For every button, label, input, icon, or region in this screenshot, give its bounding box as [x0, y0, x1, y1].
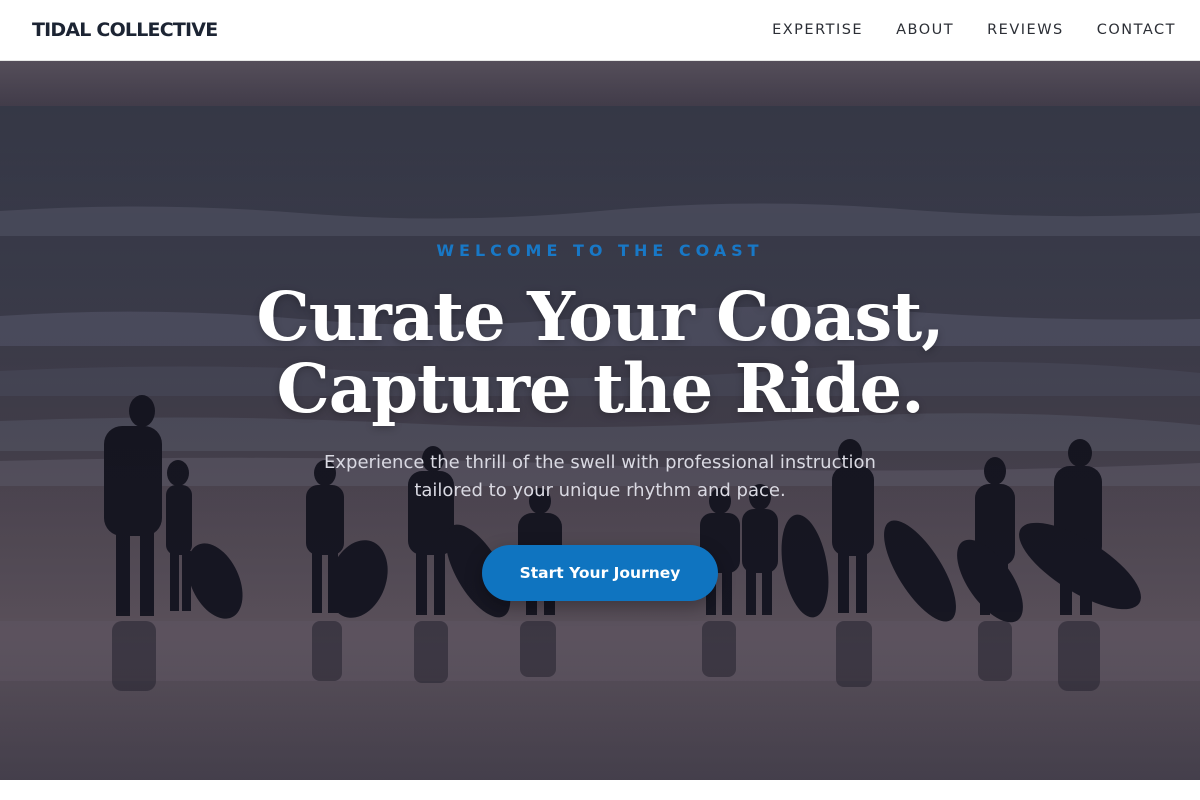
top-navbar: TIDAL COLLECTIVE EXPERTISE ABOUT REVIEWS… [0, 0, 1200, 61]
hero-headline-line1: Curate Your Coast, [256, 277, 944, 356]
hero-eyebrow: WELCOME TO THE COAST [436, 241, 764, 260]
nav-link-reviews[interactable]: REVIEWS [987, 22, 1064, 38]
nav-link-contact[interactable]: CONTACT [1097, 22, 1176, 38]
nav-link-expertise[interactable]: EXPERTISE [772, 22, 863, 38]
hero-content: WELCOME TO THE COAST Curate Your Coast, … [0, 61, 1200, 780]
start-journey-button[interactable]: Start Your Journey [482, 545, 718, 601]
hero-headline: Curate Your Coast, Capture the Ride. [0, 281, 1200, 425]
hero-headline-line2: Capture the Ride. [276, 349, 924, 428]
main-nav: EXPERTISE ABOUT REVIEWS CONTACT [739, 22, 1176, 38]
hero-subtext: Experience the thrill of the swell with … [324, 452, 876, 501]
hero-section: WELCOME TO THE COAST Curate Your Coast, … [0, 61, 1200, 780]
brand-logo[interactable]: TIDAL COLLECTIVE [32, 19, 218, 41]
page-bottom-edge [0, 780, 1200, 800]
nav-link-about[interactable]: ABOUT [896, 22, 954, 38]
